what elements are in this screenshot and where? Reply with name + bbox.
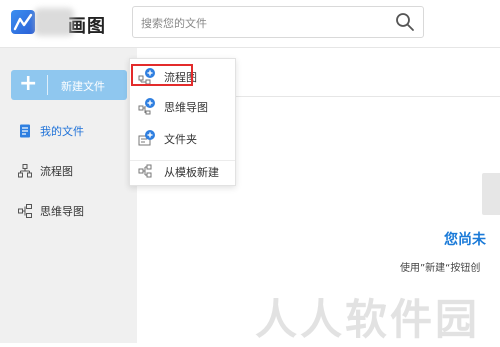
- menu-item-label: 文件夹: [164, 133, 197, 146]
- menu-item-label: 思维导图: [164, 101, 208, 114]
- sidebar-item-label: 我的文件: [40, 125, 84, 138]
- plus-icon: +: [19, 71, 38, 96]
- header: 画图: [0, 0, 500, 48]
- template-icon: [138, 162, 156, 180]
- sidebar-item-label: 流程图: [40, 165, 73, 178]
- menu-item-from-template[interactable]: 从模板新建: [130, 160, 235, 182]
- menu-item-mindmap[interactable]: 思维导图: [130, 95, 235, 117]
- button-divider: [47, 75, 48, 95]
- flowchart-icon: [18, 163, 32, 178]
- new-file-button[interactable]: + 新建文件: [11, 70, 127, 100]
- search-input[interactable]: [139, 13, 393, 33]
- logo-blur: [34, 8, 74, 36]
- content-divider: [235, 96, 500, 97]
- menu-item-label: 从模板新建: [164, 166, 219, 179]
- sidebar-item-mindmap[interactable]: 思维导图: [0, 193, 137, 227]
- mindmap-plus-icon: [138, 97, 156, 115]
- highlight-box: [131, 64, 193, 86]
- new-file-label: 新建文件: [61, 80, 105, 93]
- logo-icon[interactable]: [11, 10, 35, 34]
- search-icon[interactable]: [395, 12, 415, 32]
- sidebar-item-label: 思维导图: [40, 205, 84, 218]
- document-icon: [18, 123, 32, 138]
- empty-state-title: 您尚未: [444, 232, 486, 248]
- mindmap-icon: [18, 203, 32, 218]
- menu-item-folder[interactable]: 文件夹: [130, 127, 235, 149]
- empty-state-description: 使用”新建“按钮创: [400, 263, 481, 274]
- folder-plus-icon: [138, 129, 156, 147]
- search-box[interactable]: [132, 6, 424, 38]
- watermark: 人人软件园: [255, 295, 481, 344]
- side-panel-handle[interactable]: [482, 173, 500, 215]
- sidebar-item-my-files[interactable]: 我的文件: [0, 113, 137, 147]
- sidebar-item-flowchart[interactable]: 流程图: [0, 153, 137, 187]
